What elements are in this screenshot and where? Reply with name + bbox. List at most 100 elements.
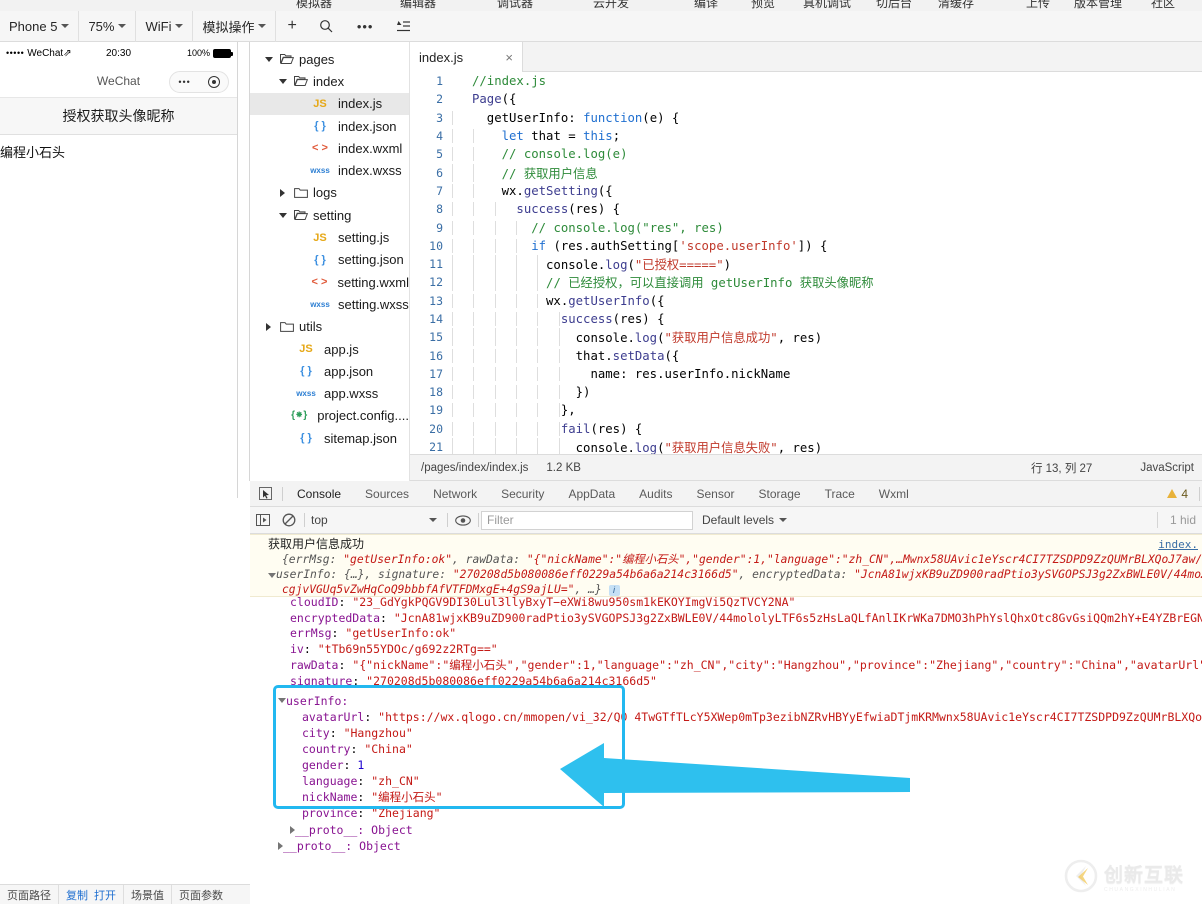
brand-name-en: CHUANGXINHULIAN (1104, 886, 1177, 893)
open-link[interactable]: 打开 (91, 885, 124, 904)
tree-item-setting[interactable]: setting (250, 204, 409, 226)
devtools-tab-sources[interactable]: Sources (353, 481, 421, 507)
more-button[interactable]: ••• (344, 11, 387, 42)
live-expression-icon[interactable] (450, 507, 476, 534)
menu-item-8[interactable]: 清缓存 (938, 0, 974, 11)
tree-item-index-js[interactable]: JS index.js (250, 92, 409, 115)
tree-item-pages[interactable]: pages (250, 48, 409, 70)
network-selector-label: WiFi (145, 18, 172, 34)
devtools-tab-audits[interactable]: Audits (627, 481, 684, 507)
devtools-tab-storage[interactable]: Storage (747, 481, 813, 507)
editor-tab-index-js[interactable]: index.js × (410, 42, 523, 72)
tree-item-setting-wxml[interactable]: < > setting.wxml (250, 271, 409, 293)
network-selector[interactable]: WiFi (136, 10, 194, 42)
warning-counter[interactable]: 4 (1167, 487, 1197, 501)
chevron-down-icon[interactable] (277, 212, 288, 218)
menu-item-0[interactable]: 模拟器 (296, 0, 332, 11)
line-number: 5 (436, 147, 443, 162)
file-type-icon-wxml: < > (311, 276, 328, 289)
simulator-lower-blank (0, 498, 249, 884)
devtools-tab-wxml[interactable]: Wxml (867, 481, 921, 507)
execution-context-selector[interactable]: top (307, 513, 445, 527)
language-mode-label[interactable]: JavaScript (1140, 462, 1194, 474)
code-line: 2 Page({ (410, 90, 1202, 108)
add-button[interactable]: + (276, 11, 307, 42)
simulate-action-selector[interactable]: 模拟操作 (193, 10, 277, 42)
tree-item-label: app.js (324, 341, 359, 357)
tree-item-setting-js[interactable]: JS setting.js (250, 226, 409, 248)
code-line: 17 name: res.userInfo.nickName (410, 365, 1202, 383)
close-circle-icon[interactable] (207, 76, 220, 88)
tree-item-index-json[interactable]: { } index.json (250, 115, 409, 137)
menu-item-10[interactable]: 版本管理 (1074, 0, 1122, 11)
tree-item-label: setting.js (338, 230, 390, 246)
devtools-tab-console[interactable]: Console (285, 481, 353, 507)
console-sidebar-icon[interactable] (250, 507, 276, 534)
tree-item-utils[interactable]: utils (250, 316, 409, 338)
search-button[interactable] (308, 11, 344, 42)
chevron-down-icon[interactable] (263, 56, 274, 62)
scene-value-label[interactable]: 场景值 (124, 885, 172, 904)
chevron-down-icon[interactable] (277, 78, 288, 84)
menu-item-11[interactable]: 社区 (1151, 0, 1175, 11)
devtools-tabbar[interactable]: Console Sources Network Security AppData Audi… (250, 481, 1202, 507)
menu-item-7[interactable]: 切后台 (876, 0, 912, 11)
tree-item-index-wxss[interactable]: wxss index.wxss (250, 159, 409, 181)
line-number: 12 (429, 275, 443, 290)
tree-item-app-json[interactable]: { } app.json (250, 360, 409, 382)
menu-dots-icon[interactable]: ••• (178, 77, 190, 87)
chevron-right-icon[interactable] (263, 322, 274, 331)
console-prompt-row[interactable]: > (250, 878, 1202, 885)
capsule-buttons[interactable]: ••• (169, 71, 229, 93)
console-source-link[interactable]: index. (1158, 537, 1198, 552)
console-message-title: 获取用户信息成功 (268, 537, 365, 551)
console-message-header: 获取用户信息成功 {errMsg: "getUserInfo:ok", rawDa… (250, 534, 1202, 597)
toolbar-separator (304, 513, 305, 527)
inspect-cursor-icon[interactable] (250, 487, 280, 500)
console-filter-input[interactable] (481, 510, 693, 530)
tree-item-index[interactable]: index (250, 70, 409, 92)
close-icon[interactable]: × (505, 50, 513, 65)
log-levels-selector[interactable]: Default levels (702, 513, 788, 527)
zoom-selector[interactable]: 75% (79, 10, 137, 42)
tree-item-app-js[interactable]: JS app.js (250, 338, 409, 360)
chevron-right-icon[interactable] (277, 188, 288, 197)
console-output[interactable]: > 获取用户信息成功 {errMsg: "getUserInfo:ok", raw… (250, 534, 1202, 884)
tree-item-project-config[interactable]: {⁕} project.config.... (250, 405, 409, 427)
tree-item-sitemap-json[interactable]: { } sitemap.json (250, 427, 409, 449)
console-summary-line-2[interactable]: userInfo: {…}, signature: "270208d5b0800… (268, 567, 1202, 582)
tree-item-label: index.json (338, 118, 397, 134)
auth-get-userinfo-button[interactable]: 授权获取头像昵称 (0, 98, 237, 135)
file-type-icon-cfg: {⁕} (291, 410, 308, 422)
console-prop-userinfo: userInfo: (278, 693, 348, 709)
file-explorer-tree[interactable]: pages index JS index.js { } index.json < > inde… (250, 42, 410, 481)
line-number: 11 (429, 257, 443, 272)
tree-item-logs[interactable]: logs (250, 182, 409, 204)
tree-item-label: app.json (324, 363, 374, 379)
folder-icon (279, 53, 294, 65)
devtools-tab-appdata[interactable]: AppData (556, 481, 627, 507)
devtools-tab-sensor[interactable]: Sensor (685, 481, 747, 507)
menu-item-6[interactable]: 真机调试 (803, 0, 851, 11)
tree-item-app-wxss[interactable]: wxss app.wxss (250, 382, 409, 404)
console-userinfo-prop-language: language: "zh_CN" (302, 773, 420, 788)
tree-item-setting-json[interactable]: { } setting.json (250, 249, 409, 271)
devtools-tab-trace[interactable]: Trace (813, 481, 867, 507)
line-content: wx.getUserInfo({ (452, 293, 665, 308)
menu-item-5[interactable]: 预览 (751, 0, 775, 11)
devtools-tab-security[interactable]: Security (489, 481, 556, 507)
page-params-label[interactable]: 页面参数 (172, 885, 230, 904)
clear-console-icon[interactable] (276, 507, 302, 534)
copy-link[interactable]: 复制 (59, 885, 91, 904)
tree-item-index-wxml[interactable]: < > index.wxml (250, 137, 409, 159)
menu-item-3[interactable]: 云开发 (593, 0, 629, 11)
device-selector[interactable]: Phone 5 (0, 10, 80, 42)
code-content[interactable]: 1 //index.js 2 Page({3 getUserInfo: functio… (410, 72, 1202, 454)
menu-item-4[interactable]: 编译 (694, 0, 718, 11)
menu-item-9[interactable]: 上传 (1026, 0, 1050, 11)
line-content: }, (452, 403, 576, 418)
devtools-tab-network[interactable]: Network (421, 481, 489, 507)
tree-item-setting-wxss[interactable]: wxss setting.wxss (250, 293, 409, 315)
menu-item-2[interactable]: 调试器 (497, 0, 533, 11)
menu-item-1[interactable]: 编辑器 (400, 0, 436, 11)
